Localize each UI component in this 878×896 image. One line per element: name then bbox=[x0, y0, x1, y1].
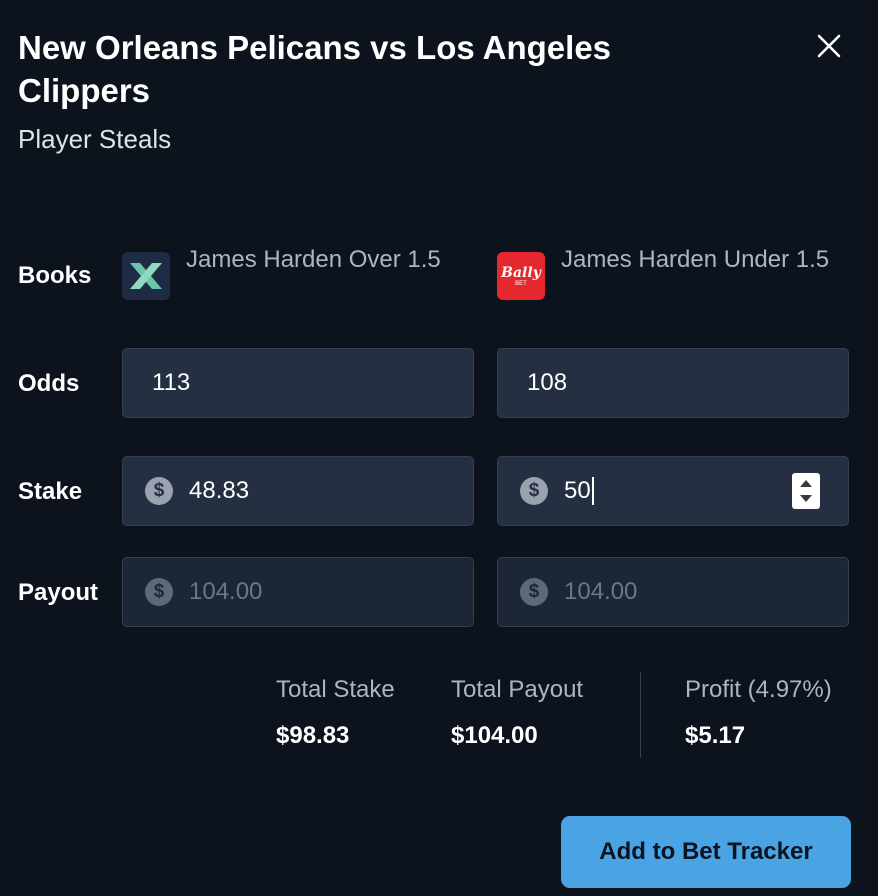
summary-divider bbox=[640, 672, 641, 758]
book-over[interactable]: James Harden Over 1.5 bbox=[122, 242, 486, 300]
stepper-up-icon[interactable] bbox=[800, 480, 812, 487]
text-caret bbox=[591, 477, 594, 506]
stake-under-input[interactable]: $ 50 bbox=[497, 456, 849, 526]
book-under-selection: James Harden Under 1.5 bbox=[561, 246, 830, 273]
stake-over-input[interactable]: $ 48.83 bbox=[122, 456, 474, 526]
payout-over-value: 104.00 bbox=[189, 578, 263, 605]
odds-under-value: 108 bbox=[527, 369, 568, 396]
stake-stepper[interactable] bbox=[792, 473, 820, 509]
stepper-down-icon[interactable] bbox=[800, 495, 812, 502]
total-stake-label: Total Stake bbox=[276, 676, 395, 703]
book-under[interactable]: Bally BET James Harden Under 1.5 bbox=[497, 242, 861, 300]
odds-under-input[interactable]: 108 bbox=[497, 348, 849, 418]
odds-over-value: 113 bbox=[152, 369, 191, 396]
dollar-icon: $ bbox=[520, 477, 548, 505]
stake-over-value: 48.83 bbox=[189, 477, 250, 504]
total-payout-value: $104.00 bbox=[451, 722, 538, 749]
total-payout-label: Total Payout bbox=[451, 676, 584, 703]
payout-under-field: $ 104.00 bbox=[497, 557, 849, 627]
dollar-icon: $ bbox=[520, 578, 548, 606]
odds-label: Odds bbox=[18, 370, 80, 397]
book-over-selection: James Harden Over 1.5 bbox=[186, 246, 441, 273]
x-book-logo-icon bbox=[122, 252, 170, 300]
stake-under-value-wrap: 50 bbox=[548, 477, 594, 506]
dollar-icon: $ bbox=[145, 477, 173, 505]
payout-over-field: $ 104.00 bbox=[122, 557, 474, 627]
add-to-bet-tracker-button[interactable]: Add to Bet Tracker bbox=[561, 816, 851, 888]
market-subtitle: Player Steals bbox=[18, 124, 172, 154]
close-icon bbox=[817, 34, 841, 58]
books-label: Books bbox=[18, 262, 92, 289]
payout-label: Payout bbox=[18, 579, 99, 606]
total-stake-value: $98.83 bbox=[276, 722, 350, 749]
dollar-icon: $ bbox=[145, 578, 173, 606]
payout-under-value: 104.00 bbox=[564, 578, 638, 605]
stake-under-value: 50 bbox=[564, 476, 591, 504]
bally-bet-logo-icon: Bally BET bbox=[497, 252, 545, 300]
bally-logo-text: Bally bbox=[501, 264, 541, 281]
close-button[interactable] bbox=[810, 27, 848, 65]
bally-logo-subtext: BET bbox=[515, 280, 527, 287]
profit-label: Profit (4.97%) bbox=[685, 676, 832, 703]
stake-label: Stake bbox=[18, 478, 83, 505]
profit-value: $5.17 bbox=[685, 722, 746, 749]
page-title: New Orleans Pelicans vs Los Angeles Clip… bbox=[18, 29, 612, 109]
odds-over-input[interactable]: 113 bbox=[122, 348, 474, 418]
